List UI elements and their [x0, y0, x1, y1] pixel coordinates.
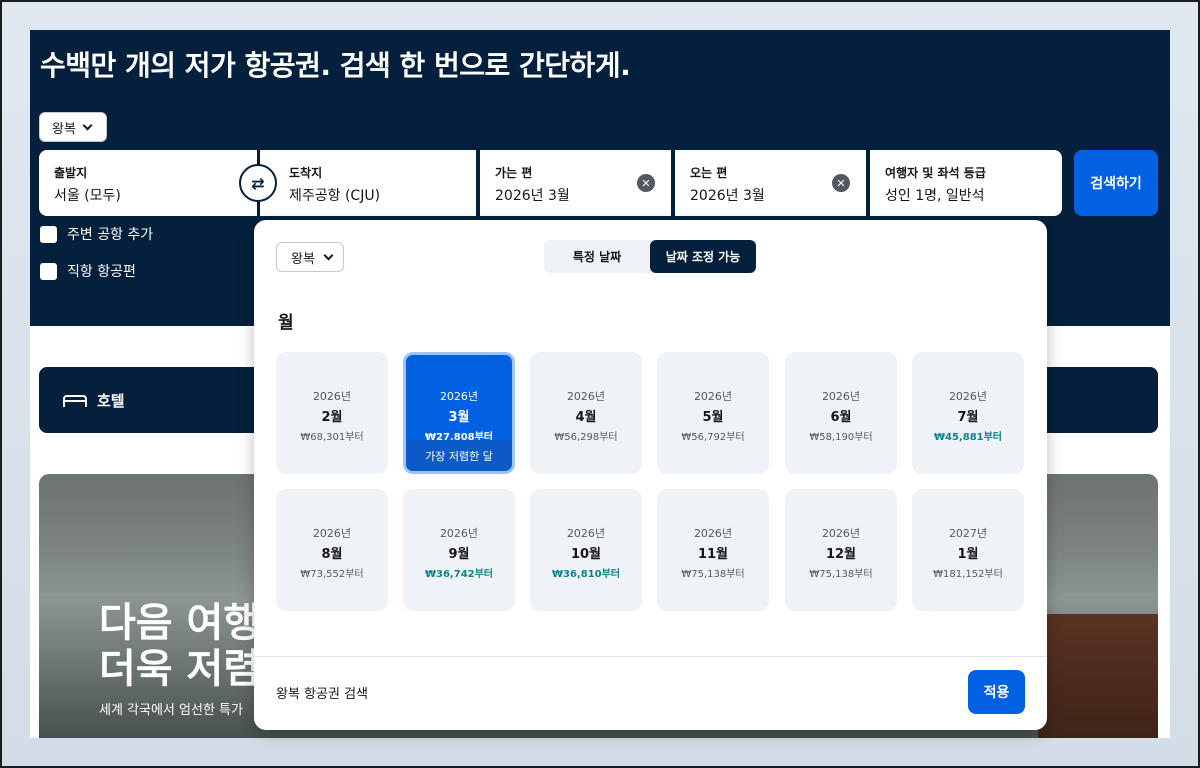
- checkbox-box[interactable]: [40, 262, 57, 280]
- checkbox-box[interactable]: [40, 225, 57, 243]
- month-card-price: ₩56,792부터: [681, 432, 745, 443]
- chevron-down-icon: [82, 120, 93, 130]
- promo-title-line: 더욱 저렴: [99, 646, 261, 692]
- tab-flexible-dates[interactable]: 날짜 조정 가능: [650, 240, 756, 273]
- month-section-title: 월: [278, 313, 294, 333]
- direct-flights-label: 직항 항공편: [67, 264, 136, 280]
- month-card[interactable]: 2026년 4월 ₩56,298부터: [530, 352, 642, 474]
- popup-trip-type-label: 왕복: [291, 251, 315, 267]
- month-card-price: ₩68,301부터: [300, 432, 364, 443]
- trip-type-label: 왕복: [52, 121, 76, 137]
- month-card-month: 10월: [570, 547, 602, 562]
- divider: [254, 656, 1047, 657]
- month-card[interactable]: 2026년 8월 ₩73,552부터: [276, 489, 388, 611]
- month-card[interactable]: 2026년 2월 ₩68,301부터: [276, 352, 388, 474]
- month-card-price: ₩56,298부터: [554, 432, 618, 443]
- month-card-price: ₩36,742부터: [424, 569, 494, 580]
- month-card-price: ₩73,552부터: [300, 569, 364, 580]
- month-card-year: 2026년: [312, 390, 352, 403]
- month-card[interactable]: 2026년 12월 ₩75,138부터: [785, 489, 897, 611]
- page-title: 수백만 개의 저가 항공권. 검색 한 번으로 간단하게.: [40, 49, 631, 82]
- month-card-year: 2026년: [821, 390, 861, 403]
- month-card[interactable]: 2026년 7월 ₩45,881부터: [912, 352, 1024, 474]
- month-card[interactable]: 2026년 6월 ₩58,190부터: [785, 352, 897, 474]
- tab-specific-dates[interactable]: 특정 날짜: [544, 240, 650, 273]
- month-card-year: 2027년: [948, 527, 988, 540]
- month-card-year: 2026년: [439, 527, 479, 540]
- month-card-month: 9월: [448, 547, 470, 562]
- direct-flights-checkbox[interactable]: 직항 항공편: [40, 261, 136, 281]
- popup-trip-type-select[interactable]: 왕복: [276, 242, 344, 272]
- promo-title-line: 다음 여행: [99, 600, 261, 646]
- month-card-month: 1월: [957, 547, 979, 562]
- destination-label: 도착지: [289, 166, 323, 180]
- trip-type-select[interactable]: 왕복: [39, 112, 107, 142]
- month-card-year: 2026년: [439, 390, 479, 403]
- origin-field[interactable]: 출발지 서울 (모두): [39, 150, 257, 216]
- month-card-price: ₩58,190부터: [809, 432, 873, 443]
- date-picker-popup: 왕복 특정 날짜 날짜 조정 가능 월 2026년 2월 ₩68,301부터 2026…: [254, 220, 1047, 730]
- month-card-year: 2026년: [312, 527, 352, 540]
- month-card-month: 12월: [825, 547, 857, 562]
- month-card-month: 11월: [697, 547, 729, 562]
- travellers-value: 성인 1명, 일반석: [885, 188, 985, 204]
- destination-field[interactable]: 도착지 제주공항 (CJU): [260, 150, 476, 216]
- travellers-label: 여행자 및 좌석 등급: [885, 166, 986, 180]
- month-card[interactable]: 2026년 9월 ₩36,742부터: [403, 489, 515, 611]
- month-card-price: ₩181,152부터: [933, 569, 1003, 580]
- month-card[interactable]: 2027년 1월 ₩181,152부터: [912, 489, 1024, 611]
- month-card-price: ₩75,138부터: [809, 569, 873, 580]
- month-card-year: 2026년: [693, 390, 733, 403]
- nearby-airports-checkbox[interactable]: 주변 공항 추가: [40, 224, 153, 244]
- month-card-year: 2026년: [693, 527, 733, 540]
- promo-title: 다음 여행 더욱 저렴: [99, 600, 269, 692]
- month-card-month: 5월: [702, 410, 724, 425]
- travellers-field[interactable]: 여행자 및 좌석 등급 성인 1명, 일반석: [870, 150, 1062, 216]
- month-card-year: 2026년: [948, 390, 988, 403]
- clear-depart-icon[interactable]: ✕: [637, 174, 655, 192]
- hotel-label: 호텔: [97, 391, 125, 410]
- cheapest-month-badge: 가장 저렴한 달: [406, 440, 512, 471]
- month-card[interactable]: 2026년 10월 ₩36,810부터: [530, 489, 642, 611]
- date-mode-toggle: 특정 날짜 날짜 조정 가능: [544, 240, 756, 273]
- month-card-price: ₩45,881부터: [933, 432, 1003, 443]
- month-card-month: 7월: [957, 410, 979, 425]
- month-card-year: 2026년: [566, 527, 606, 540]
- swap-icon[interactable]: ⇄: [239, 164, 277, 202]
- bed-icon: [63, 393, 87, 407]
- month-card-year: 2026년: [566, 390, 606, 403]
- month-card-price: ₩75,138부터: [681, 569, 745, 580]
- popup-footer-text: 왕복 항공권 검색: [276, 687, 368, 702]
- month-card-month: 8월: [321, 547, 343, 562]
- month-card[interactable]: 2026년 11월 ₩75,138부터: [657, 489, 769, 611]
- month-card-month: 2월: [321, 410, 343, 425]
- clear-return-icon[interactable]: ✕: [832, 174, 850, 192]
- origin-label: 출발지: [54, 166, 88, 180]
- nearby-airports-label: 주변 공항 추가: [67, 227, 154, 243]
- promo-subtitle: 세계 각국에서 엄선한 특가: [99, 703, 243, 718]
- destination-value: 제주공항 (CJU): [289, 188, 381, 204]
- chevron-down-icon: [323, 250, 334, 260]
- promo-deck-image: [1038, 614, 1158, 738]
- month-card-month: 3월: [448, 410, 470, 425]
- month-card-month: 4월: [575, 410, 597, 425]
- apply-button[interactable]: 적용: [968, 670, 1025, 714]
- month-card-month: 6월: [830, 410, 852, 425]
- month-card[interactable]: 2026년 5월 ₩56,792부터: [657, 352, 769, 474]
- month-card[interactable]: 2026년 3월 ₩27,808부터 가장 저렴한 달: [403, 352, 515, 474]
- month-card-price: ₩36,810부터: [551, 569, 621, 580]
- origin-value: 서울 (모두): [54, 188, 121, 204]
- search-button[interactable]: 검색하기: [1074, 150, 1158, 216]
- month-card-year: 2026년: [821, 527, 861, 540]
